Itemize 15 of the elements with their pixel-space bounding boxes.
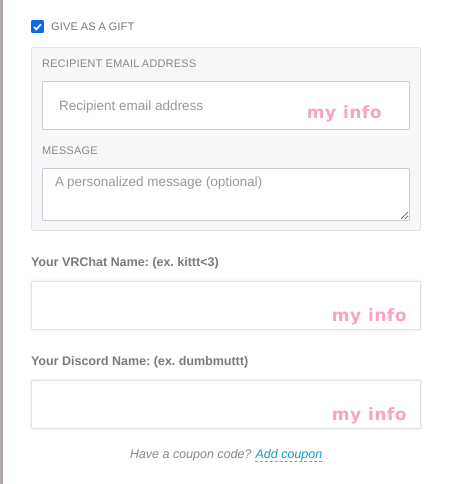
field-label: MESSAGE: [42, 145, 99, 157]
annotation-text: my info: [332, 306, 407, 326]
text-field[interactable]: [31, 380, 421, 429]
annotation-text: my info: [332, 405, 407, 425]
gift-checkbox-label: GIVE AS A GIFT: [51, 20, 134, 32]
gift-checkbox[interactable]: [31, 20, 44, 33]
coupon-prompt: Have a coupon code?: [130, 447, 252, 462]
field-label: Your Discord Name: (ex. dumbmuttt): [31, 354, 250, 368]
add-coupon-link[interactable]: Add coupon: [255, 447, 322, 462]
field-label: RECIPIENT EMAIL ADDRESS: [42, 58, 198, 70]
annotation-text: my info: [306, 103, 382, 123]
text-field[interactable]: [31, 281, 421, 330]
message-field[interactable]: A personalized message (optional): [42, 168, 410, 221]
field-label: Your VRChat Name: (ex. kittt<3): [31, 255, 220, 269]
check-icon: [33, 22, 42, 30]
